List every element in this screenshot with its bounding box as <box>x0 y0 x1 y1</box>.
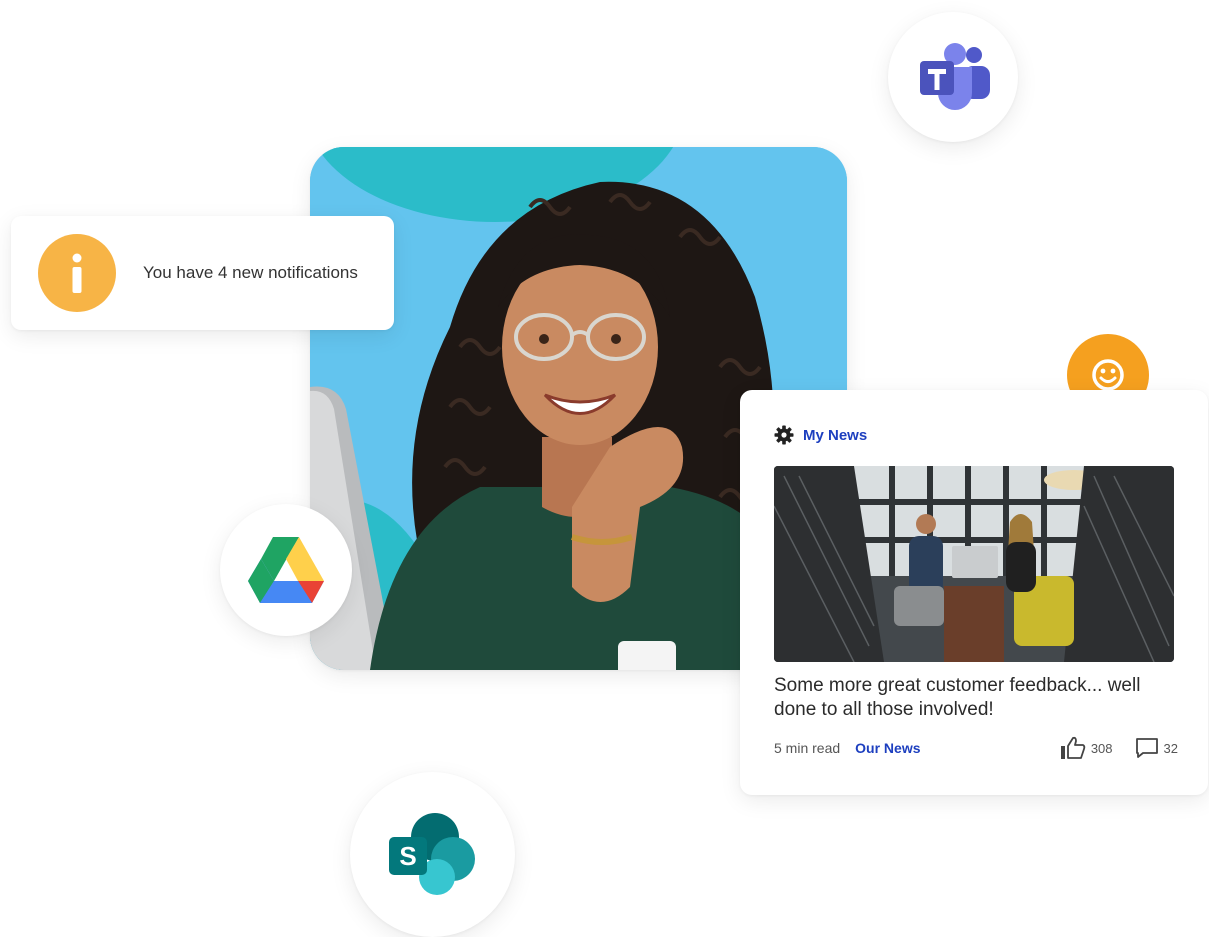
thumbs-up-icon <box>1060 736 1086 759</box>
office-meeting-photo <box>774 466 1174 662</box>
news-headline[interactable]: Some more great customer feedback... wel… <box>774 674 1174 722</box>
news-header: My News <box>774 425 867 445</box>
google-drive-badge[interactable] <box>220 504 352 636</box>
teams-app-badge[interactable] <box>888 12 1018 142</box>
notification-text: You have 4 new notifications <box>143 263 358 282</box>
like-button[interactable]: 308 <box>1060 736 1113 760</box>
info-icon <box>38 234 116 312</box>
google-drive-icon <box>248 537 324 603</box>
like-count: 308 <box>1090 740 1113 756</box>
sharepoint-icon: S <box>388 812 475 895</box>
news-image[interactable] <box>774 466 1174 662</box>
svg-text:S: S <box>399 841 416 871</box>
news-section-title[interactable]: My News <box>803 427 867 444</box>
news-card[interactable]: My News Some more great customer feedbac… <box>740 390 1208 795</box>
comment-icon <box>1135 738 1158 758</box>
notification-card[interactable]: You have 4 new notifications <box>11 216 394 330</box>
news-footer: 5 min read Our News 308 32 <box>774 736 1178 760</box>
news-category-link[interactable]: Our News <box>855 740 920 756</box>
teams-icon <box>920 43 990 110</box>
comment-button[interactable]: 32 <box>1135 737 1178 759</box>
gear-icon[interactable] <box>774 425 794 445</box>
comment-count: 32 <box>1163 740 1178 756</box>
read-time: 5 min read <box>774 740 841 756</box>
sharepoint-badge[interactable]: S <box>350 772 515 937</box>
